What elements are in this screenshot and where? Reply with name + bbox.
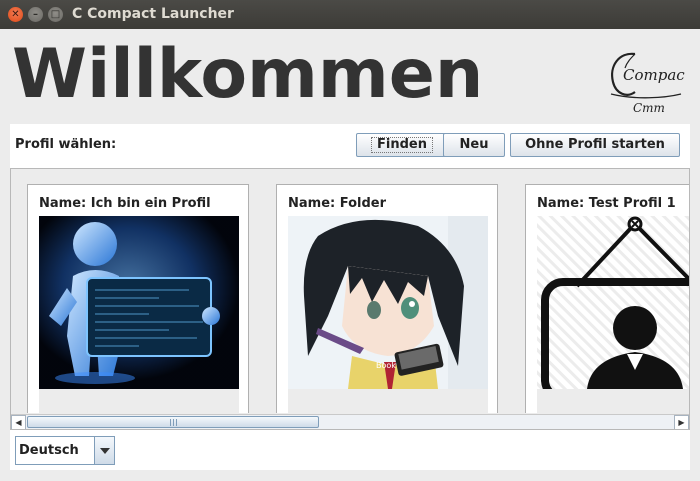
scrollbar-thumb[interactable]	[27, 416, 319, 428]
logo-word: Compact	[623, 66, 685, 84]
profile-card[interactable]: Name: Ich bin ein Profil	[27, 184, 249, 413]
profile-card[interactable]: Name: Test Profil 1	[525, 184, 689, 413]
compact-logo: Compact Cmm	[610, 52, 685, 115]
scrollbar-grip	[170, 419, 178, 426]
horizontal-scrollbar[interactable]: ◀ ▶	[11, 414, 689, 429]
start-without-profile-button[interactable]: Ohne Profil starten	[510, 133, 680, 157]
profile-card[interactable]: Name: Folder Book	[276, 184, 498, 413]
profile-image	[537, 216, 689, 389]
title-bar: ✕ – □ C Compact Launcher	[0, 0, 700, 29]
profile-toolbar: Profil wählen: Finden Neu Ohne Profil st…	[10, 124, 690, 168]
profile-image	[39, 216, 239, 389]
profile-name: Name: Folder	[288, 196, 387, 211]
chevron-down-icon	[100, 448, 110, 454]
window-title: C Compact Launcher	[72, 6, 234, 22]
profile-card-footer	[288, 389, 488, 413]
profile-image: Book	[288, 216, 488, 389]
choose-profile-label: Profil wählen:	[15, 137, 117, 152]
bottom-panel: Deutsch	[10, 430, 690, 470]
profile-list: Name: Ich bin ein Profil Name: Folder Bo…	[11, 169, 689, 413]
profile-name: Name: Ich bin ein Profil	[39, 196, 211, 211]
minimize-window-button[interactable]: –	[28, 7, 43, 22]
welcome-heading: Willkommen	[12, 35, 484, 114]
find-button[interactable]: Finden	[356, 133, 448, 157]
close-window-button[interactable]: ✕	[8, 7, 23, 22]
logo-sub: Cmm	[633, 101, 665, 115]
focus-ring	[371, 137, 433, 153]
new-profile-button[interactable]: Neu	[443, 133, 505, 157]
profile-scroll-pane[interactable]: Name: Ich bin ein Profil Name: Folder Bo…	[10, 168, 690, 430]
maximize-window-button[interactable]: □	[48, 7, 63, 22]
image-caption: Book	[376, 361, 396, 370]
profile-card-footer	[537, 389, 689, 413]
profile-name: Name: Test Profil 1	[537, 196, 676, 211]
language-dropdown-button[interactable]	[94, 437, 114, 464]
profile-card-footer	[39, 389, 239, 413]
language-value: Deutsch	[19, 443, 79, 458]
scroll-right-button[interactable]: ▶	[674, 415, 689, 429]
language-select[interactable]: Deutsch	[15, 436, 115, 465]
scroll-left-button[interactable]: ◀	[11, 415, 26, 429]
